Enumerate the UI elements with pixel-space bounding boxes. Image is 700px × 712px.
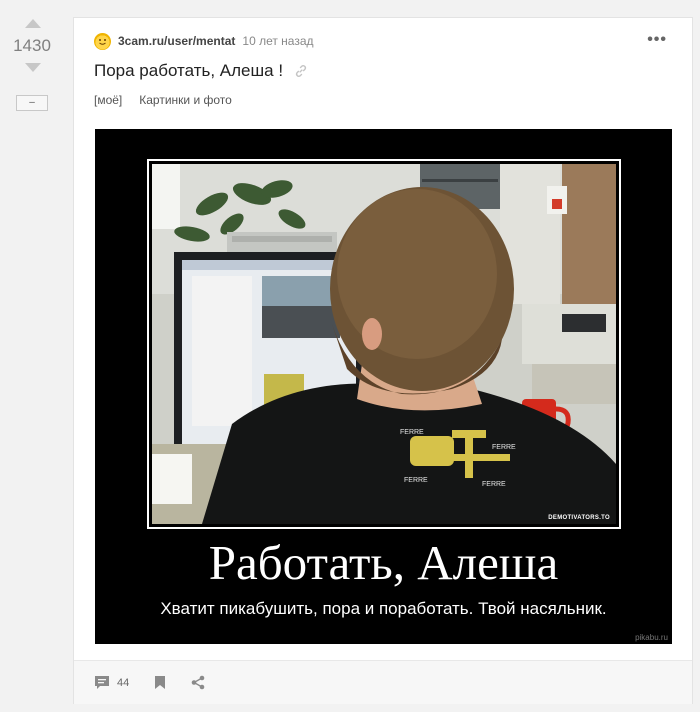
- svg-text:FERRE: FERRE: [400, 429, 424, 436]
- demotivator-frame: FERRE FERRE FERRE FERRE DEMOTIVATORS.TO: [147, 159, 621, 529]
- svg-text:FERRE: FERRE: [404, 477, 428, 484]
- comment-icon: [95, 676, 109, 689]
- link-icon[interactable]: [294, 64, 308, 78]
- collapse-button[interactable]: –: [16, 95, 48, 111]
- author-link[interactable]: 3cam.ru/user/mentat: [118, 34, 235, 48]
- title-row: Пора работать, Алеша !: [94, 61, 308, 81]
- tag-list: [моё] Картинки и фото: [94, 93, 249, 107]
- svg-text:FERRE: FERRE: [482, 481, 506, 488]
- story-title[interactable]: Пора работать, Алеша !: [94, 61, 283, 81]
- demotivators-watermark: DEMOTIVATORS.TO: [548, 515, 610, 521]
- tag-item[interactable]: Картинки и фото: [139, 93, 232, 107]
- avatar[interactable]: [94, 32, 111, 50]
- demotivator-caption: Работать, Алеша: [208, 535, 559, 590]
- vote-down-icon[interactable]: [25, 63, 41, 72]
- demotivator-subcaption: Хватит пикабушить, пора и поработать. Тв…: [160, 599, 607, 618]
- more-options-button[interactable]: •••: [647, 32, 667, 48]
- story-card: 3cam.ru/user/mentat 10 лет назад ••• Пор…: [73, 17, 693, 704]
- comments-button[interactable]: 44: [94, 675, 129, 690]
- avatar-emoji-icon: [99, 38, 106, 45]
- photo-illustration: FERRE FERRE FERRE FERRE: [152, 164, 616, 524]
- svg-text:FERRE: FERRE: [492, 444, 516, 451]
- save-button[interactable]: [154, 675, 166, 690]
- vote-up-icon[interactable]: [25, 19, 41, 28]
- pikabu-watermark: pikabu.ru: [635, 633, 668, 642]
- share-button[interactable]: [191, 675, 205, 690]
- story-footer: 44: [74, 660, 692, 704]
- rating-column: 1430 –: [0, 0, 66, 712]
- story-image[interactable]: FERRE FERRE FERRE FERRE DEMOTIVATORS.TO …: [95, 129, 672, 644]
- comments-count: 44: [117, 676, 130, 689]
- office-photo: FERRE FERRE FERRE FERRE DEMOTIVATORS.TO: [152, 164, 616, 524]
- story-header: 3cam.ru/user/mentat 10 лет назад: [94, 31, 314, 51]
- tag-item[interactable]: [моё]: [94, 93, 122, 107]
- share-icon: [191, 675, 205, 690]
- bookmark-icon: [155, 676, 165, 689]
- rating-count: 1430: [13, 36, 51, 55]
- post-time: 10 лет назад: [242, 34, 314, 48]
